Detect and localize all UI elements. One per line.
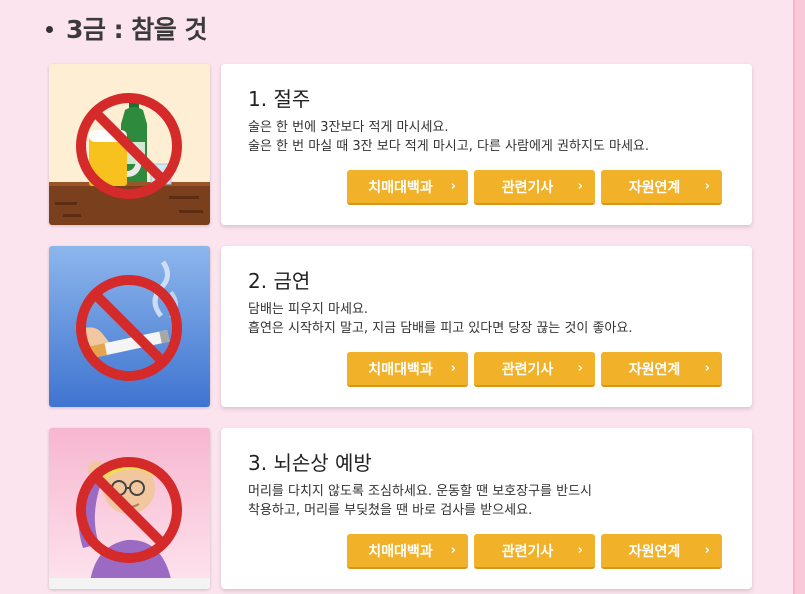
- item-card: 1. 절주 술은 한 번에 3잔보다 적게 마시세요. 술은 한 번 마실 때 …: [221, 64, 752, 225]
- button-label: 치매대백과: [368, 179, 433, 196]
- button-label: 관련기사: [501, 361, 554, 378]
- item-drinking: 1. 절주 술은 한 번에 3잔보다 적게 마시세요. 술은 한 번 마실 때 …: [49, 64, 752, 226]
- button-label: 치매대백과: [368, 543, 433, 560]
- button-label: 자원연계: [628, 179, 681, 196]
- encyclopedia-button[interactable]: 치매대백과 ›: [347, 534, 468, 569]
- chevron-right-icon: ›: [577, 360, 583, 376]
- chevron-right-icon: ›: [704, 178, 710, 194]
- resources-button[interactable]: 자원연계 ›: [601, 534, 722, 569]
- item-description: 담배는 피우지 마세요. 흡연은 시작하지 말고, 지금 담배를 피고 있다면 …: [248, 300, 718, 338]
- item-title: 2. 금연: [248, 269, 311, 293]
- item-smoking: 2. 금연 담배는 피우지 마세요. 흡연은 시작하지 말고, 지금 담배를 피…: [49, 246, 752, 408]
- chevron-right-icon: ›: [450, 178, 456, 194]
- item-description: 머리를 다치지 않도록 조심하세요. 운동할 땐 보호장구를 반드시 착용하고,…: [248, 482, 718, 520]
- articles-button[interactable]: 관련기사 ›: [474, 170, 595, 205]
- encyclopedia-button[interactable]: 치매대백과 ›: [347, 352, 468, 387]
- articles-button[interactable]: 관련기사 ›: [474, 352, 595, 387]
- item-card: 2. 금연 담배는 피우지 마세요. 흡연은 시작하지 말고, 지금 담배를 피…: [221, 246, 752, 407]
- button-label: 자원연계: [628, 543, 681, 560]
- chevron-right-icon: ›: [577, 542, 583, 558]
- page-edge-line: [793, 0, 795, 594]
- no-smoking-icon: [49, 246, 210, 407]
- item-button-group: 치매대백과 › 관련기사 › 자원연계 ›: [347, 352, 728, 387]
- section-title-text: 3금 : 참을 것: [66, 15, 208, 44]
- item-head-injury: 3. 뇌손상 예방 머리를 다치지 않도록 조심하세요. 운동할 땐 보호장구를…: [49, 428, 752, 590]
- resources-button[interactable]: 자원연계 ›: [601, 352, 722, 387]
- item-line: 머리를 다치지 않도록 조심하세요. 운동할 땐 보호장구를 반드시: [248, 484, 593, 499]
- section-title: 3금 : 참을 것: [46, 10, 208, 46]
- item-title: 1. 절주: [248, 87, 311, 111]
- button-label: 관련기사: [501, 179, 554, 196]
- button-label: 자원연계: [628, 361, 681, 378]
- button-label: 치매대백과: [368, 361, 433, 378]
- item-line: 술은 한 번 마실 때 3잔 보다 적게 마시고, 다른 사람에게 권하지도 마…: [248, 139, 650, 154]
- item-line: 술은 한 번에 3잔보다 적게 마시세요.: [248, 120, 449, 135]
- item-line: 착용하고, 머리를 부딪쳤을 땐 바로 검사를 받으세요.: [248, 503, 533, 518]
- chevron-right-icon: ›: [704, 542, 710, 558]
- item-line: 담배는 피우지 마세요.: [248, 302, 369, 317]
- button-label: 관련기사: [501, 543, 554, 560]
- item-card: 3. 뇌손상 예방 머리를 다치지 않도록 조심하세요. 운동할 땐 보호장구를…: [221, 428, 752, 589]
- no-head-injury-icon: [49, 428, 210, 589]
- item-button-group: 치매대백과 › 관련기사 › 자원연계 ›: [347, 170, 728, 205]
- encyclopedia-button[interactable]: 치매대백과 ›: [347, 170, 468, 205]
- item-title: 3. 뇌손상 예방: [248, 451, 372, 475]
- no-drinking-icon: [49, 64, 210, 225]
- item-description: 술은 한 번에 3잔보다 적게 마시세요. 술은 한 번 마실 때 3잔 보다 …: [248, 118, 718, 156]
- chevron-right-icon: ›: [704, 360, 710, 376]
- chevron-right-icon: ›: [450, 542, 456, 558]
- item-line: 흡연은 시작하지 말고, 지금 담배를 피고 있다면 당장 끊는 것이 좋아요.: [248, 321, 633, 336]
- item-button-group: 치매대백과 › 관련기사 › 자원연계 ›: [347, 534, 728, 569]
- resources-button[interactable]: 자원연계 ›: [601, 170, 722, 205]
- articles-button[interactable]: 관련기사 ›: [474, 534, 595, 569]
- bullet-icon: [46, 25, 53, 33]
- chevron-right-icon: ›: [450, 360, 456, 376]
- page-edge: [795, 0, 805, 594]
- chevron-right-icon: ›: [577, 178, 583, 194]
